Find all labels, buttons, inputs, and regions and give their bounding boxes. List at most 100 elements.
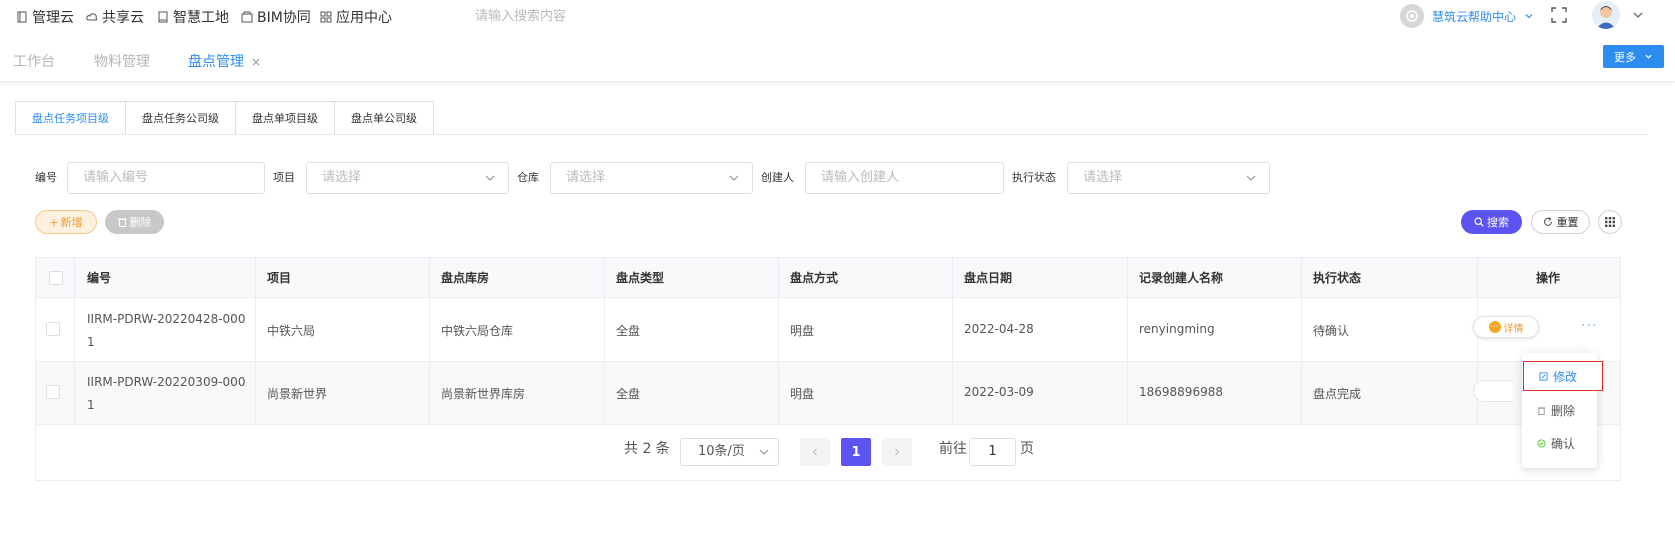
next-page-button[interactable]	[882, 438, 912, 466]
column-divider	[1301, 258, 1302, 425]
confirm-menu-label: 确认	[1551, 436, 1576, 451]
add-button-label: 新增	[60, 216, 83, 229]
grid-icon	[320, 11, 332, 23]
subtab-company-task[interactable]: 盘点任务公司级	[126, 101, 236, 135]
status-filter-select[interactable]: 请选择	[1067, 162, 1270, 194]
column-divider	[255, 258, 256, 425]
column-header-actions: 操作	[1536, 271, 1561, 285]
row-more-actions-icon[interactable]: ···	[1581, 318, 1597, 334]
column-divider	[1127, 258, 1128, 425]
warehouse-filter-label: 仓库	[517, 171, 539, 184]
pagination-total: 共 2 条	[624, 441, 670, 457]
help-logo-icon	[1400, 4, 1424, 28]
table-row: IIRM-PDRW-20220428-000 1 中铁六局 中铁六局仓库 全盘 …	[36, 299, 1620, 362]
detail-button[interactable]	[1473, 380, 1513, 402]
nav-item-shared-cloud[interactable]: 共享云	[86, 6, 144, 28]
project-select-placeholder: 请选择	[322, 170, 362, 185]
column-divider	[74, 258, 75, 425]
fullscreen-icon[interactable]	[1551, 7, 1567, 23]
column-header-type: 盘点类型	[616, 271, 665, 285]
warehouse-filter-select[interactable]: 请选择	[550, 162, 753, 194]
page-unit-label: 页	[1020, 441, 1034, 457]
project-filter-select[interactable]: 请选择	[306, 162, 509, 194]
nav-item-bim[interactable]: BIM协同	[241, 6, 311, 28]
column-divider	[952, 258, 953, 425]
grid-icon	[1605, 217, 1615, 227]
subtab-divider	[15, 134, 1648, 135]
avatar[interactable]	[1592, 1, 1620, 29]
tab-inventory-management[interactable]: 盘点管理 ×	[188, 51, 261, 71]
nav-item-label: 应用中心	[336, 10, 392, 26]
more-button-label: 更多	[1614, 50, 1636, 64]
column-divider	[604, 258, 605, 425]
delete-button[interactable]: 删除	[105, 210, 164, 234]
detail-button[interactable]: ··· 详情	[1473, 316, 1539, 338]
confirm-menu-item[interactable]: 确认	[1522, 428, 1597, 458]
status-filter-label: 执行状态	[1012, 171, 1056, 184]
column-settings-button[interactable]	[1598, 210, 1622, 234]
nav-item-label: 管理云	[32, 10, 74, 26]
document-icon	[17, 11, 27, 23]
folder-icon	[241, 11, 253, 23]
column-header-code: 编号	[87, 271, 112, 285]
reset-button[interactable]: 重置	[1531, 210, 1590, 234]
table-row: IIRM-PDRW-20220309-000 1 尚景新世界 尚景新世界库房 全…	[36, 362, 1620, 425]
row-code-line1: IIRM-PDRW-20220428-000	[87, 312, 246, 326]
code-filter-label: 编号	[35, 171, 57, 184]
delete-menu-item[interactable]: 删除	[1522, 395, 1597, 425]
row-type: 全盘	[616, 387, 641, 401]
chevron-down-icon	[1246, 175, 1256, 181]
page-number-current[interactable]: 1	[841, 438, 871, 466]
row-actions-dropdown: 修改 删除 确认	[1522, 353, 1603, 468]
row-code-line2: 1	[87, 398, 95, 412]
edit-menu-item[interactable]: 修改	[1523, 361, 1603, 391]
row-warehouse: 中铁六局仓库	[441, 324, 514, 338]
code-filter-input[interactable]: 请输入编号	[67, 162, 265, 194]
project-filter-label: 项目	[273, 171, 295, 184]
reset-button-label: 重置	[1556, 216, 1579, 229]
chevron-down-icon	[485, 175, 495, 181]
creator-filter-input[interactable]: 请输入创建人	[805, 162, 1004, 194]
delete-button-label: 删除	[129, 216, 152, 229]
row-status: 盘点完成	[1313, 387, 1362, 401]
search-button-label: 搜索	[1487, 216, 1509, 229]
row-project: 尚景新世界	[267, 387, 328, 401]
add-button[interactable]: + 新增	[35, 210, 97, 234]
nav-item-app-center[interactable]: 应用中心	[320, 6, 392, 28]
tab-workbench[interactable]: 工作台	[13, 51, 55, 71]
nav-item-management-cloud[interactable]: 管理云	[16, 6, 74, 28]
close-icon[interactable]: ×	[251, 55, 261, 69]
refresh-icon	[1543, 217, 1552, 226]
edit-icon	[1539, 371, 1548, 381]
nav-item-smart-site[interactable]: 智慧工地	[157, 6, 229, 28]
subtab-project-task[interactable]: 盘点任务项目级	[15, 101, 126, 135]
row-method: 明盘	[790, 387, 815, 401]
prev-page-button[interactable]	[800, 438, 830, 466]
chevron-down-icon	[759, 449, 769, 455]
row-checkbox[interactable]	[46, 322, 60, 336]
column-header-status: 执行状态	[1313, 271, 1362, 285]
column-header-creator: 记录创建人名称	[1139, 271, 1224, 285]
check-circle-icon	[1537, 438, 1546, 448]
subtab-project-sheet[interactable]: 盘点单项目级	[236, 101, 335, 135]
goto-page-input[interactable]: 1	[969, 438, 1016, 466]
search-button[interactable]: 搜索	[1461, 210, 1522, 234]
chevron-down-icon	[1525, 14, 1533, 19]
delete-menu-label: 删除	[1551, 403, 1576, 418]
subtab-company-sheet[interactable]: 盘点单公司级	[335, 101, 434, 135]
status-select-placeholder: 请选择	[1083, 170, 1123, 185]
row-checkbox[interactable]	[46, 385, 60, 399]
more-button[interactable]: 更多	[1603, 45, 1664, 68]
help-center[interactable]: 慧筑云帮助中心	[1400, 4, 1534, 28]
detail-button-label: 详情	[1503, 323, 1524, 335]
select-all-checkbox[interactable]	[49, 271, 63, 285]
nav-item-label: 共享云	[102, 10, 144, 26]
cloud-icon	[86, 13, 98, 21]
trash-icon	[1537, 406, 1546, 415]
global-search-input[interactable]: 请输入搜索内容	[475, 5, 735, 29]
tab-material-management[interactable]: 物料管理	[94, 51, 150, 71]
page-size-select[interactable]: 10条/页	[680, 438, 779, 466]
trash-icon	[117, 218, 127, 227]
tab-label: 盘点管理	[188, 54, 244, 70]
user-menu-chevron-icon[interactable]	[1631, 8, 1645, 22]
